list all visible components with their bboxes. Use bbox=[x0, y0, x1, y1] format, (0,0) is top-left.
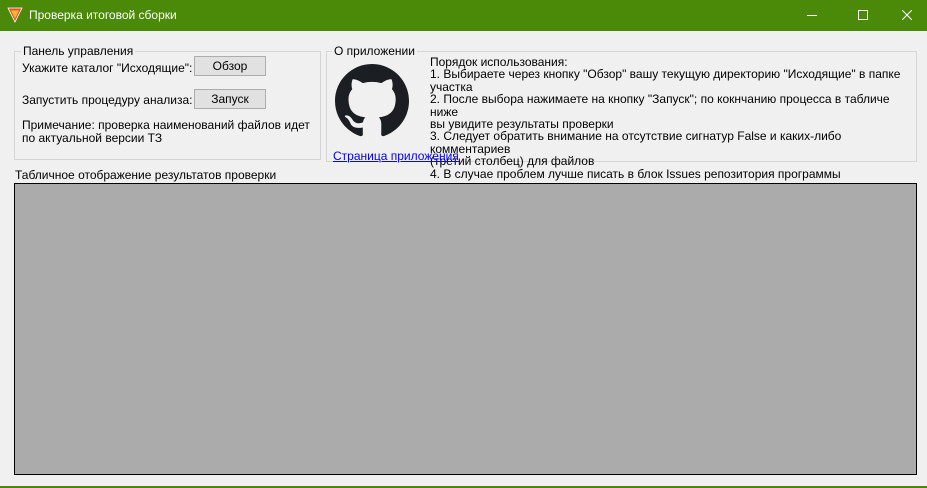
about-legend: О приложении bbox=[332, 44, 417, 58]
note-text: Примечание: проверка наименований файлов… bbox=[22, 119, 310, 145]
run-label: Запустить процедуру анализа: bbox=[22, 93, 193, 107]
minimize-button[interactable] bbox=[789, 0, 835, 31]
instructions-line: 4. В случае проблем лучше писать в блок … bbox=[430, 166, 841, 181]
close-button[interactable] bbox=[884, 0, 927, 31]
app-page-link[interactable]: Страница приложения bbox=[333, 149, 459, 163]
instructions-line: (третий столбец) для файлов bbox=[430, 154, 595, 169]
maximize-icon bbox=[858, 10, 868, 20]
github-icon[interactable] bbox=[335, 64, 409, 138]
browse-button[interactable]: Обзор bbox=[194, 56, 266, 76]
run-button[interactable]: Запуск bbox=[194, 89, 266, 109]
close-icon bbox=[902, 10, 912, 20]
results-grid[interactable] bbox=[14, 183, 917, 475]
title-bar[interactable]: Проверка итоговой сборки bbox=[0, 0, 927, 31]
minimize-icon bbox=[807, 15, 817, 16]
instructions-line: 1. Выбираете через кнопку "Обзор" вашу т… bbox=[430, 67, 904, 94]
instructions-line: 3. Следует обратить внимание на отсутств… bbox=[430, 129, 845, 156]
control-panel-legend: Панель управления bbox=[21, 44, 136, 58]
app-logo-icon bbox=[7, 7, 23, 23]
note-line-2: по актуальной версии ТЗ bbox=[22, 131, 163, 145]
instructions-text: Порядок использования: 1. Выбираете чере… bbox=[430, 56, 915, 180]
instructions-line: 2. После выбора нажимаете на кнопку "Зап… bbox=[430, 92, 893, 119]
maximize-button[interactable] bbox=[840, 0, 886, 31]
window-title: Проверка итоговой сборки bbox=[29, 8, 177, 22]
folder-label: Укажите каталог "Исходящие": bbox=[22, 61, 193, 75]
results-label: Табличное отображение результатов провер… bbox=[15, 168, 277, 182]
